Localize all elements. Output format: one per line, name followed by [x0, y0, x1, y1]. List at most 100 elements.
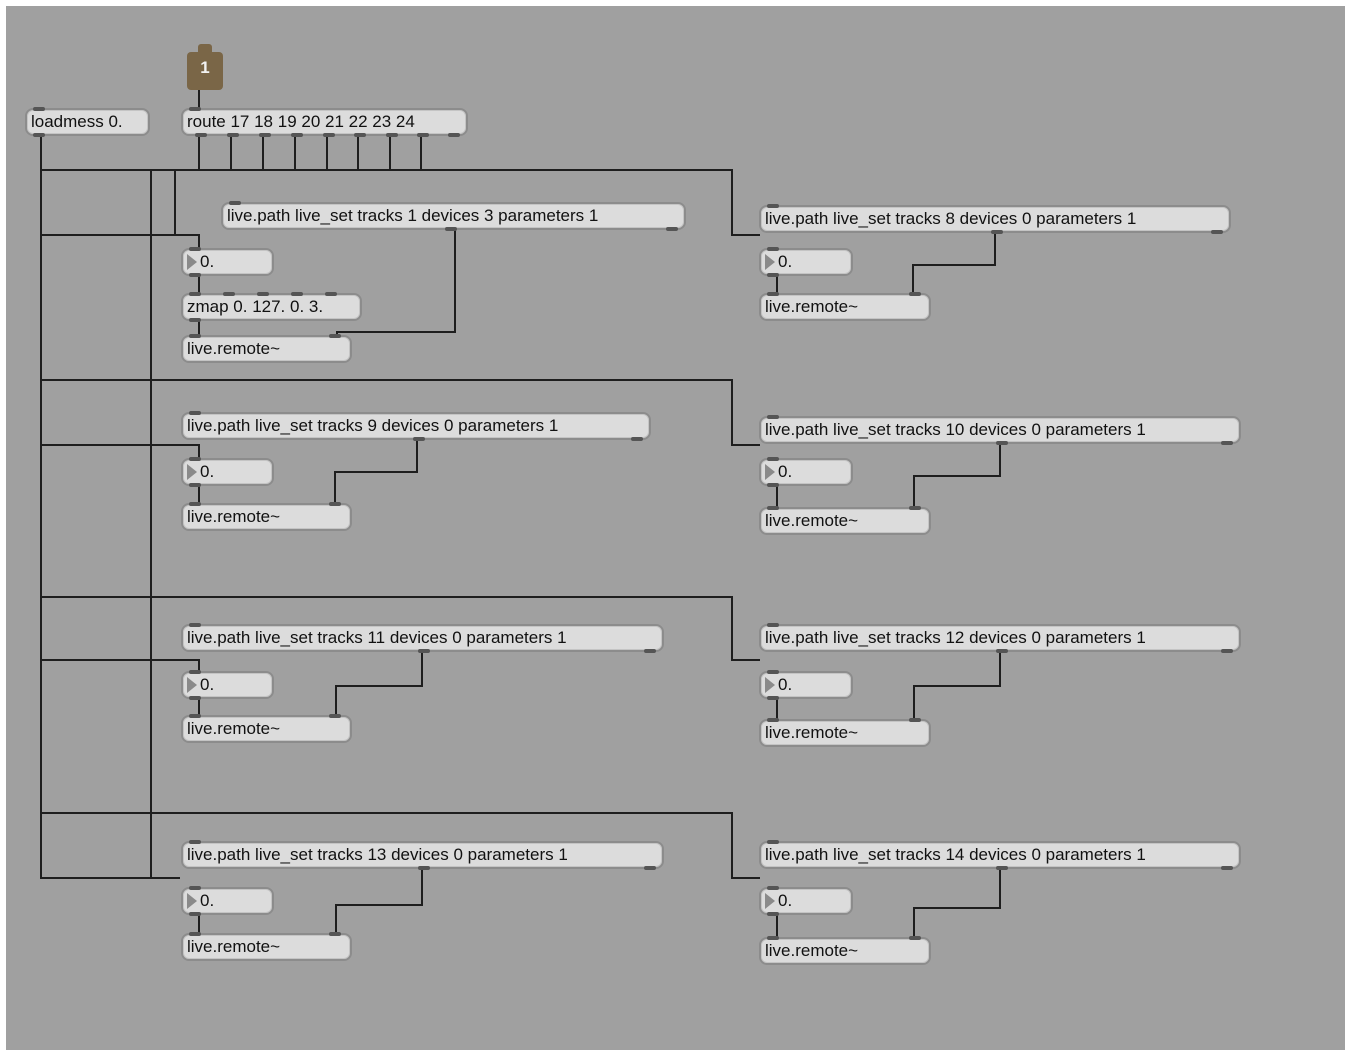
live-remote-object[interactable]: live.remote~: [181, 334, 352, 363]
object-inlet[interactable]: [767, 936, 779, 940]
object-inlet[interactable]: [189, 411, 201, 415]
object-inlet[interactable]: [189, 107, 201, 111]
object-inlet[interactable]: [767, 886, 779, 890]
loadmess-object[interactable]: loadmess 0.: [25, 107, 150, 137]
object-inlet[interactable]: [329, 502, 341, 506]
number-box[interactable]: 0.: [759, 886, 853, 916]
object-outlet[interactable]: [33, 133, 45, 137]
object-inlet[interactable]: [767, 247, 779, 251]
object-inlet[interactable]: [909, 936, 921, 940]
object-inlet[interactable]: [767, 623, 779, 627]
live-path-track-13[interactable]: live.path live_set tracks 13 devices 0 p…: [181, 840, 664, 870]
object-outlet[interactable]: [418, 649, 430, 653]
object-inlet[interactable]: [189, 670, 201, 674]
object-inlet[interactable]: [909, 718, 921, 722]
object-outlet[interactable]: [1221, 649, 1233, 653]
object-inlet[interactable]: [189, 247, 201, 251]
object-inlet[interactable]: [909, 506, 921, 510]
number-box[interactable]: 0.: [759, 457, 853, 487]
object-outlet[interactable]: [417, 133, 429, 137]
object-outlet[interactable]: [767, 273, 779, 277]
route-object[interactable]: route 17 18 19 20 21 22 23 24: [181, 107, 468, 137]
object-outlet[interactable]: [413, 437, 425, 441]
object-outlet[interactable]: [767, 912, 779, 916]
object-inlet[interactable]: [189, 886, 201, 890]
object-inlet[interactable]: [329, 714, 341, 718]
object-outlet[interactable]: [631, 437, 643, 441]
object-outlet[interactable]: [996, 649, 1008, 653]
object-outlet[interactable]: [386, 133, 398, 137]
number-box[interactable]: 0.: [181, 670, 274, 700]
object-inlet[interactable]: [189, 502, 201, 506]
object-inlet[interactable]: [229, 201, 241, 205]
object-inlet[interactable]: [767, 670, 779, 674]
object-outlet[interactable]: [644, 866, 656, 870]
live-path-track-8[interactable]: live.path live_set tracks 8 devices 0 pa…: [759, 204, 1231, 234]
object-inlet[interactable]: [189, 292, 201, 296]
object-inlet[interactable]: [189, 932, 201, 936]
object-outlet[interactable]: [996, 441, 1008, 445]
live-path-track-1[interactable]: live.path live_set tracks 1 devices 3 pa…: [221, 201, 686, 231]
live-remote-object[interactable]: live.remote~: [759, 506, 931, 535]
object-inlet[interactable]: [189, 714, 201, 718]
object-inlet[interactable]: [767, 415, 779, 419]
object-inlet[interactable]: [767, 457, 779, 461]
object-inlet[interactable]: [329, 932, 341, 936]
live-remote-object[interactable]: live.remote~: [181, 932, 352, 961]
object-inlet[interactable]: [33, 107, 45, 111]
object-outlet[interactable]: [354, 133, 366, 137]
object-outlet[interactable]: [195, 133, 207, 137]
object-inlet[interactable]: [767, 840, 779, 844]
object-outlet[interactable]: [767, 696, 779, 700]
object-inlet[interactable]: [329, 334, 341, 338]
object-outlet[interactable]: [291, 133, 303, 137]
number-box[interactable]: 0.: [181, 886, 274, 916]
object-inlet[interactable]: [189, 623, 201, 627]
object-inlet[interactable]: [767, 204, 779, 208]
object-outlet[interactable]: [996, 866, 1008, 870]
object-outlet[interactable]: [259, 133, 271, 137]
live-remote-object[interactable]: live.remote~: [759, 292, 931, 321]
object-inlet[interactable]: [767, 506, 779, 510]
object-inlet[interactable]: [189, 457, 201, 461]
zmap-object[interactable]: zmap 0. 127. 0. 3.: [181, 292, 362, 322]
object-outlet[interactable]: [666, 227, 678, 231]
object-outlet[interactable]: [1221, 866, 1233, 870]
object-outlet[interactable]: [1211, 230, 1223, 234]
object-inlet[interactable]: [325, 292, 337, 296]
object-outlet[interactable]: [448, 133, 460, 137]
object-inlet[interactable]: [767, 718, 779, 722]
object-outlet[interactable]: [189, 912, 201, 916]
object-outlet[interactable]: [644, 649, 656, 653]
object-inlet[interactable]: [223, 292, 235, 296]
live-path-track-10[interactable]: live.path live_set tracks 10 devices 0 p…: [759, 415, 1241, 445]
live-path-track-14[interactable]: live.path live_set tracks 14 devices 0 p…: [759, 840, 1241, 870]
object-outlet[interactable]: [227, 133, 239, 137]
live-path-track-9[interactable]: live.path live_set tracks 9 devices 0 pa…: [181, 411, 651, 441]
object-inlet[interactable]: [189, 334, 201, 338]
object-outlet[interactable]: [323, 133, 335, 137]
live-remote-object[interactable]: live.remote~: [759, 718, 931, 747]
live-path-track-12[interactable]: live.path live_set tracks 12 devices 0 p…: [759, 623, 1241, 653]
number-box[interactable]: 0.: [759, 247, 853, 277]
object-outlet[interactable]: [445, 227, 457, 231]
object-outlet[interactable]: [767, 483, 779, 487]
object-inlet[interactable]: [257, 292, 269, 296]
live-remote-object[interactable]: live.remote~: [759, 936, 931, 965]
live-remote-object[interactable]: live.remote~: [181, 502, 352, 531]
live-path-track-11[interactable]: live.path live_set tracks 11 devices 0 p…: [181, 623, 664, 653]
object-outlet[interactable]: [189, 483, 201, 487]
object-outlet[interactable]: [991, 230, 1003, 234]
object-outlet[interactable]: [418, 866, 430, 870]
object-inlet[interactable]: [189, 840, 201, 844]
number-box[interactable]: 0.: [181, 247, 274, 277]
object-outlet[interactable]: [1221, 441, 1233, 445]
live-remote-object[interactable]: live.remote~: [181, 714, 352, 743]
patcher-inlet[interactable]: 1: [187, 44, 223, 90]
number-box[interactable]: 0.: [759, 670, 853, 700]
object-inlet[interactable]: [767, 292, 779, 296]
object-outlet[interactable]: [189, 318, 201, 322]
number-box[interactable]: 0.: [181, 457, 274, 487]
object-outlet[interactable]: [189, 273, 201, 277]
object-inlet[interactable]: [909, 292, 921, 296]
